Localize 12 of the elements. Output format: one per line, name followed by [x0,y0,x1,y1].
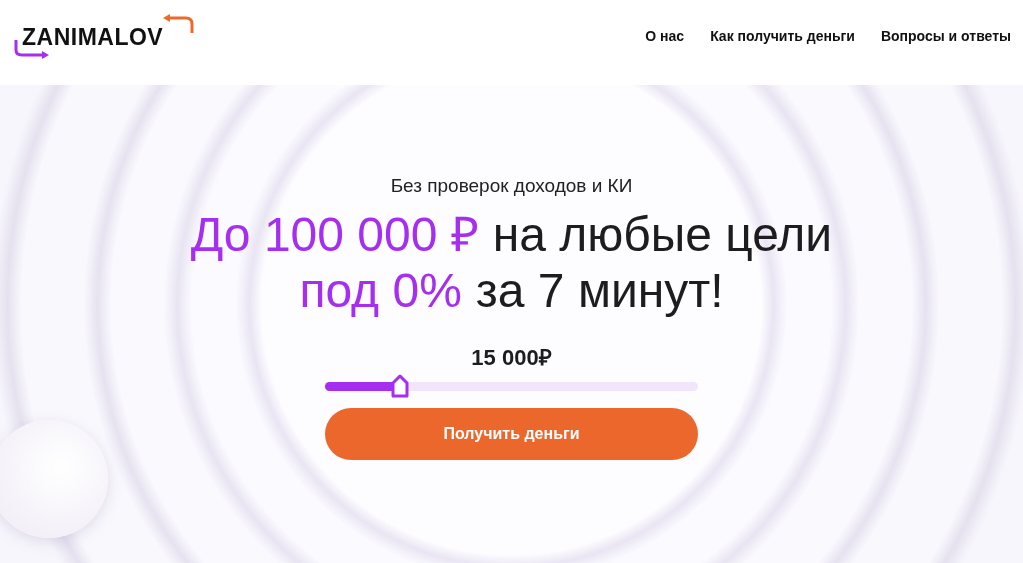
subtitle: Без проверок доходов и КИ [390,175,633,197]
nav-link[interactable]: О нас [645,28,685,44]
slider-thumb[interactable] [390,374,409,398]
nav-link[interactable]: Вопросы и ответы [880,28,1011,44]
headline-text: под 0% [299,263,462,319]
nav-link[interactable]: Как получить деньги [710,28,855,44]
logo[interactable]: ZANIMALOV [8,14,190,62]
slider-track[interactable] [325,381,698,391]
amount-value: 15 000₽ [471,344,552,371]
headline-text: на любые цели [492,207,833,263]
headline-text: за 7 минут! [475,263,724,319]
headline-text: До 100 000 ₽ [190,207,479,263]
